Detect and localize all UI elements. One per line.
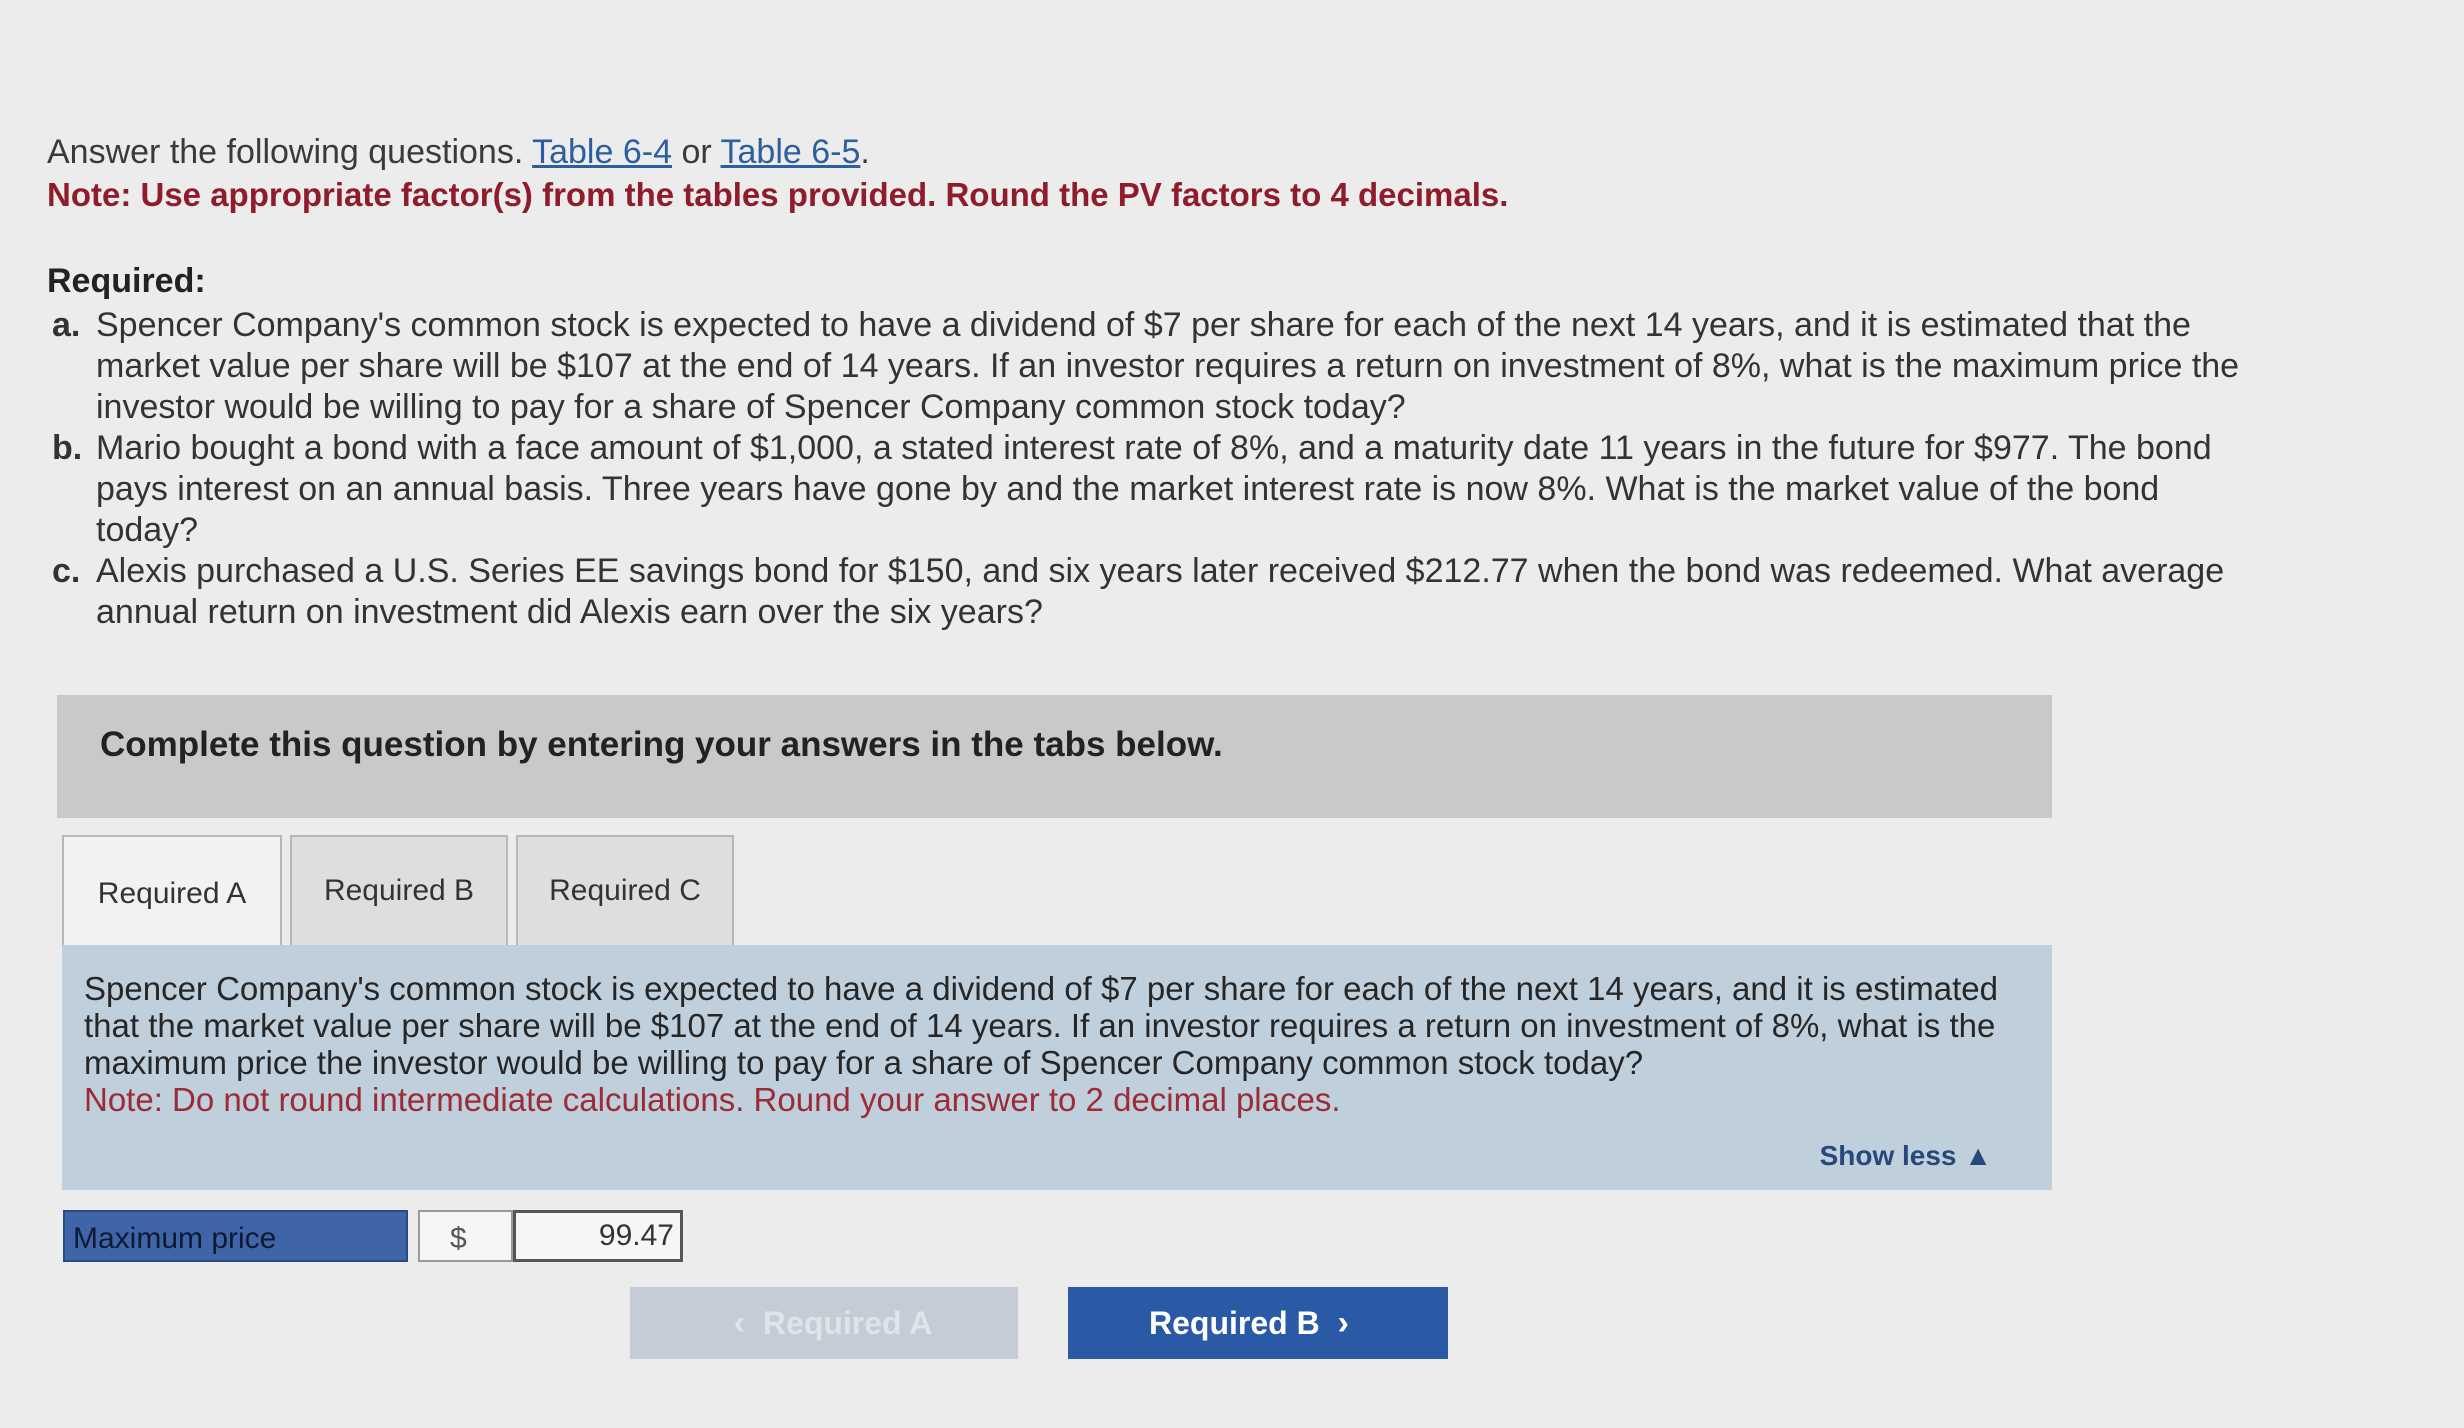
intro-line: Answer the following questions. Table 6-… <box>47 130 870 174</box>
item-text: Spencer Company's common stock is expect… <box>96 306 2240 426</box>
required-item-b: b. Mario bought a bond with a face amoun… <box>52 428 2252 551</box>
tab-required-a[interactable]: Required A <box>62 835 282 951</box>
required-item-c: c. Alexis purchased a U.S. Series EE sav… <box>52 551 2252 633</box>
intro-text: Answer the following questions. <box>47 133 524 171</box>
chevron-right-icon: › <box>1337 1303 1349 1342</box>
next-required-button[interactable]: Required B › <box>1068 1287 1448 1359</box>
prev-button-label: Required A <box>762 1304 933 1341</box>
page: Answer the following questions. Table 6-… <box>0 0 2464 1428</box>
question-note: Note: Do not round intermediate calculat… <box>84 1081 1341 1118</box>
answer-row: Maximum price $ <box>63 1210 683 1265</box>
item-text: Mario bought a bond with a face amount o… <box>96 429 2212 549</box>
item-letter: a. <box>52 306 81 344</box>
table-6-5-link[interactable]: Table 6-5 <box>721 133 861 171</box>
item-letter: c. <box>52 552 81 590</box>
instructions-banner: Complete this question by entering your … <box>57 695 2052 818</box>
currency-symbol: $ <box>418 1210 513 1262</box>
tab-required-b[interactable]: Required B <box>290 835 508 947</box>
table-6-4-link[interactable]: Table 6-4 <box>532 133 672 171</box>
next-button-label: Required B <box>1148 1304 1320 1341</box>
required-item-a: a. Spencer Company's common stock is exp… <box>52 305 2252 428</box>
question-text: Spencer Company's common stock is expect… <box>84 970 1999 1081</box>
maximum-price-label: Maximum price <box>63 1210 408 1262</box>
item-text: Alexis purchased a U.S. Series EE saving… <box>96 552 2225 631</box>
tab-bar: Required A Required B Required C <box>62 835 742 951</box>
maximum-price-input[interactable] <box>513 1210 683 1262</box>
chevron-left-icon: ‹ <box>733 1303 745 1342</box>
tab-required-c[interactable]: Required C <box>516 835 734 947</box>
question-panel: Spencer Company's common stock is expect… <box>62 945 2052 1190</box>
factor-note: Note: Use appropriate factor(s) from the… <box>47 176 1509 213</box>
required-heading: Required: <box>47 262 206 300</box>
required-list: a. Spencer Company's common stock is exp… <box>52 305 2252 633</box>
intro-period: . <box>860 133 870 171</box>
item-letter: b. <box>52 429 83 467</box>
prev-required-button[interactable]: ‹ Required A <box>630 1287 1018 1359</box>
or-text: or <box>681 133 712 171</box>
show-less-toggle[interactable]: Show less ▲ <box>1820 1140 1992 1172</box>
